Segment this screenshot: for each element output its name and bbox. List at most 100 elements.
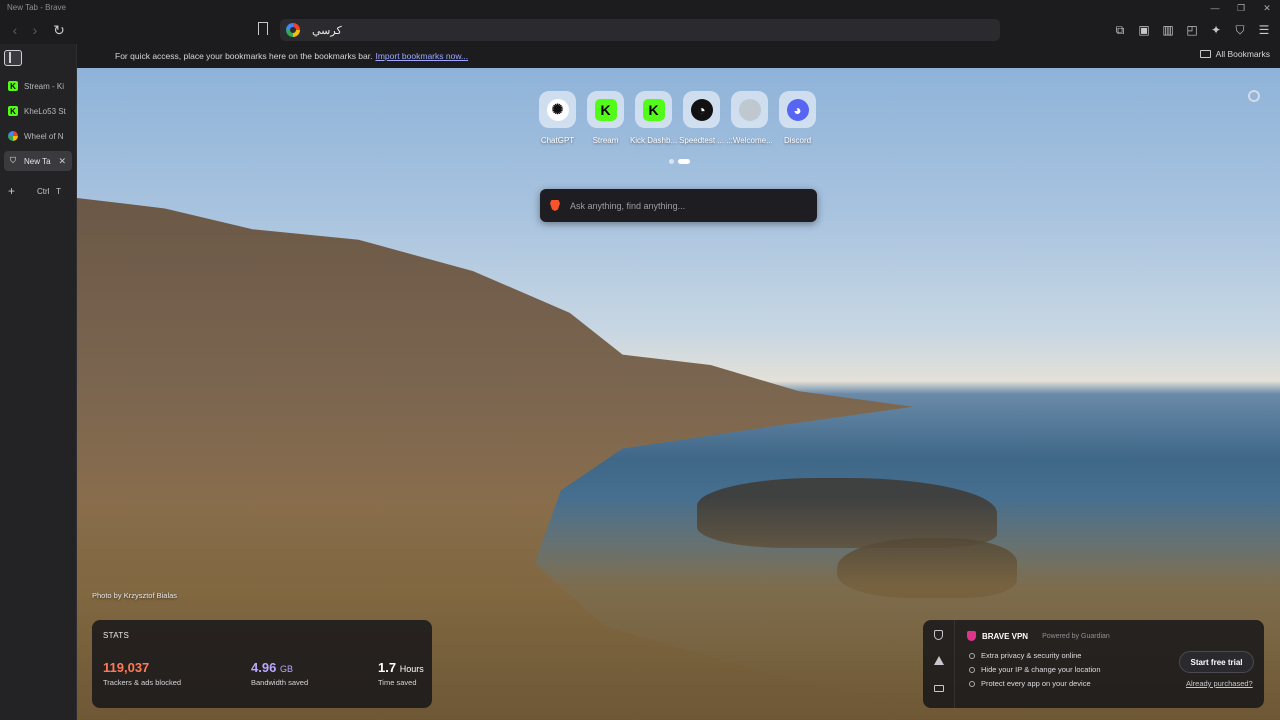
toolbar-actions: ⧉ ▣ ▥ ◰ ✦ ⛉ ☰: [1110, 20, 1274, 40]
shields-icon[interactable]: ⛉: [1230, 20, 1250, 40]
bookmarks-bar: For quick access, place your bookmarks h…: [77, 44, 1280, 68]
trackers-label: Trackers & ads blocked: [103, 678, 182, 687]
kick-icon: K: [642, 98, 665, 121]
warning-icon[interactable]: [934, 656, 944, 665]
bandwidth-value: 4.96: [251, 660, 277, 675]
check-icon: [969, 666, 975, 673]
tab-label: Stream - Ki: [24, 81, 65, 91]
time-value: 1.7: [378, 660, 397, 675]
sidebar-icon[interactable]: ▥: [1158, 20, 1178, 40]
bandwidth-stat: 4.96 GB Bandwidth saved: [251, 660, 308, 687]
import-bookmarks-link[interactable]: Import bookmarks now...: [375, 51, 468, 61]
top-site-speedtest[interactable]: ◔ Speedtest ...: [679, 91, 724, 145]
top-sites: ✺ ChatGPT K Stream K Kick Dashb... ◔ Spe…: [539, 91, 816, 145]
vpn-header: BRAVE VPN Powered by Guardian: [967, 631, 1110, 641]
google-icon: [286, 23, 300, 37]
gear-icon[interactable]: [1248, 90, 1260, 102]
tab-khelo[interactable]: K KheLo53 St: [4, 101, 72, 121]
top-site-label: Stream: [592, 136, 619, 145]
maximize-icon[interactable]: ❐: [1228, 0, 1254, 16]
search-placeholder[interactable]: Ask anything, find anything...: [570, 201, 685, 211]
time-label: Time saved: [378, 678, 417, 687]
kick-icon: K: [594, 98, 617, 121]
shield-icon[interactable]: [934, 630, 943, 640]
wallet-icon[interactable]: ◰: [1182, 20, 1202, 40]
card-icon[interactable]: [934, 685, 944, 692]
sidebar-toggle-icon[interactable]: [4, 50, 22, 66]
divider: [954, 620, 955, 708]
kick-icon: K: [8, 81, 18, 91]
stats-widget: STATS 119,037 Trackers & ads blocked 4.9…: [92, 620, 432, 708]
extensions-icon[interactable]: ⧉: [1110, 20, 1130, 40]
address-text[interactable]: كرسي: [312, 24, 342, 37]
window-controls: — ❐ ✕: [1202, 0, 1280, 16]
bookmarks-message: For quick access, place your bookmarks h…: [115, 51, 373, 61]
vpn-feature: Protect every app on your device: [969, 679, 1091, 688]
tab-label: Wheel of N: [24, 131, 64, 141]
top-site-kick-dashboard[interactable]: K Kick Dashb...: [630, 91, 677, 145]
new-tab-page: ✺ ChatGPT K Stream K Kick Dashb... ◔ Spe…: [77, 68, 1280, 720]
bookmark-icon[interactable]: [258, 22, 268, 35]
wheel-icon: [8, 131, 18, 141]
stats-heading: STATS: [103, 631, 130, 640]
new-tab-button[interactable]: + Ctrl T: [8, 184, 61, 198]
minimize-icon[interactable]: —: [1202, 0, 1228, 16]
tab-wheel[interactable]: Wheel of N: [4, 126, 72, 146]
discord-icon: ◕: [786, 98, 809, 121]
time-unit: Hours: [399, 664, 424, 674]
screenshot-icon[interactable]: ▣: [1134, 20, 1154, 40]
top-sites-pager[interactable]: [669, 159, 690, 164]
tab-label: New Ta: [24, 156, 51, 166]
leo-icon[interactable]: ✦: [1206, 20, 1226, 40]
kick-icon: K: [8, 106, 18, 116]
menu-icon[interactable]: ☰: [1254, 20, 1274, 40]
new-tab-shortcut: Ctrl T: [37, 187, 61, 196]
all-bookmarks-label: All Bookmarks: [1215, 49, 1270, 59]
pager-dot-active[interactable]: [678, 159, 690, 164]
tab-label: KheLo53 St: [24, 106, 66, 116]
folder-icon: [1199, 50, 1211, 58]
vpn-title: BRAVE VPN: [982, 631, 1029, 641]
tab-stream[interactable]: K Stream - Ki: [4, 76, 72, 96]
chatgpt-icon: ✺: [546, 98, 569, 121]
photo-credit[interactable]: Photo by Krzysztof Bialas: [92, 591, 177, 600]
search-box[interactable]: Ask anything, find anything...: [540, 189, 817, 222]
already-purchased-link[interactable]: Already purchased?: [1186, 679, 1253, 688]
vpn-powered-by: Powered by Guardian: [1042, 632, 1110, 640]
back-icon[interactable]: ‹: [5, 20, 25, 40]
start-free-trial-button[interactable]: Start free trial: [1179, 651, 1254, 673]
vpn-feature-text: Protect every app on your device: [981, 679, 1091, 688]
check-icon: [969, 652, 975, 659]
shield-icon: ⛉: [10, 156, 16, 165]
toolbar: ‹ › ↻ كرسي ⧉ ▣ ▥ ◰ ✦ ⛉ ☰: [0, 16, 1280, 44]
top-site-discord[interactable]: ◕ Discord: [779, 91, 816, 145]
vpn-logo-icon: [967, 631, 976, 641]
top-site-label: .::Welcome...: [726, 136, 773, 145]
trackers-stat: 119,037 Trackers & ads blocked: [103, 660, 181, 687]
address-bar[interactable]: كرسي: [280, 19, 1000, 41]
top-site-stream[interactable]: K Stream: [587, 91, 624, 145]
top-site-welcome[interactable]: .::Welcome...: [726, 91, 773, 145]
forward-icon[interactable]: ›: [25, 20, 45, 40]
vertical-tabs-sidebar: K Stream - Ki K KheLo53 St Wheel of N ⛉ …: [0, 44, 77, 720]
top-site-label: Speedtest ...: [679, 136, 724, 145]
shortcut-ctrl: Ctrl: [37, 186, 50, 196]
close-tab-icon[interactable]: ✕: [58, 156, 66, 167]
all-bookmarks-button[interactable]: All Bookmarks: [1199, 49, 1270, 59]
vpn-feature-text: Extra privacy & security online: [981, 651, 1082, 660]
window-title: New Tab - Brave — ❐ ✕: [0, 0, 1280, 16]
vpn-widget: BRAVE VPN Powered by Guardian Extra priv…: [923, 620, 1264, 708]
top-site-chatgpt[interactable]: ✺ ChatGPT: [539, 91, 576, 145]
vpn-feature-text: Hide your IP & change your location: [981, 665, 1101, 674]
top-site-label: Discord: [783, 136, 812, 145]
time-stat: 1.7 Hours Time saved: [378, 660, 424, 687]
speedtest-icon: ◔: [690, 98, 713, 121]
vpn-feature: Extra privacy & security online: [969, 651, 1081, 660]
tab-new-tab[interactable]: ⛉ New Ta ✕: [4, 151, 72, 171]
close-window-icon[interactable]: ✕: [1254, 0, 1280, 16]
reload-icon[interactable]: ↻: [49, 20, 69, 40]
top-site-label: ChatGPT: [540, 136, 575, 145]
shortcut-key: T: [56, 186, 62, 196]
pager-dot[interactable]: [669, 159, 674, 164]
trackers-value: 119,037: [103, 660, 150, 675]
